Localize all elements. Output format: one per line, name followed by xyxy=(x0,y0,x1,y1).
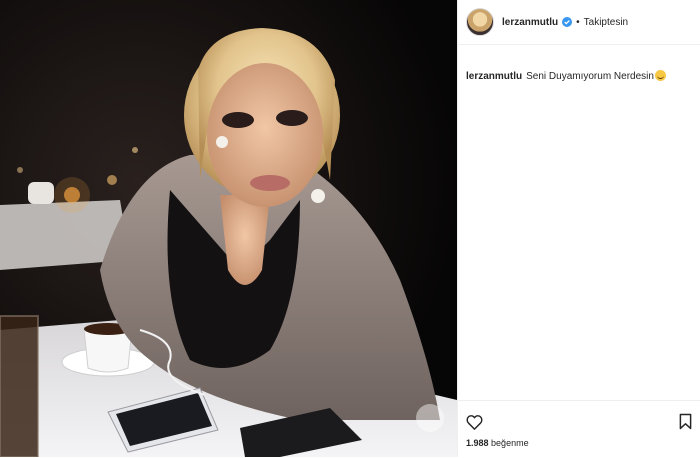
header-separator: • xyxy=(576,16,580,28)
avatar[interactable] xyxy=(466,8,494,36)
bookmark-icon[interactable] xyxy=(679,413,692,430)
likes-count[interactable]: 1.988 beğenme xyxy=(466,438,529,448)
caption-username[interactable]: lerzanmutlu xyxy=(466,71,522,82)
instagram-post: lerzanmutlu • Takiptesin lerzanmutlu Seni… xyxy=(0,0,700,457)
grinning-sweat-emoji xyxy=(654,70,666,81)
heart-icon[interactable] xyxy=(466,414,483,430)
likes-number: 1.988 xyxy=(466,438,489,448)
post-header: lerzanmutlu • Takiptesin xyxy=(458,0,700,45)
caption-text: Seni Duyamıyorum Nerdesin xyxy=(526,71,654,82)
follow-status-button[interactable]: Takiptesin xyxy=(584,17,628,28)
post-photo-scene xyxy=(0,0,457,457)
likes-label: beğenme xyxy=(491,438,529,448)
verified-badge-icon xyxy=(562,17,573,27)
post-photo[interactable] xyxy=(0,0,457,457)
post-side-panel: lerzanmutlu • Takiptesin lerzanmutlu Seni… xyxy=(457,0,700,457)
post-caption: lerzanmutlu Seni Duyamıyorum Nerdesin xyxy=(458,45,700,83)
post-actions: 1.988 beğenme xyxy=(458,400,700,458)
header-username[interactable]: lerzanmutlu xyxy=(502,17,558,28)
